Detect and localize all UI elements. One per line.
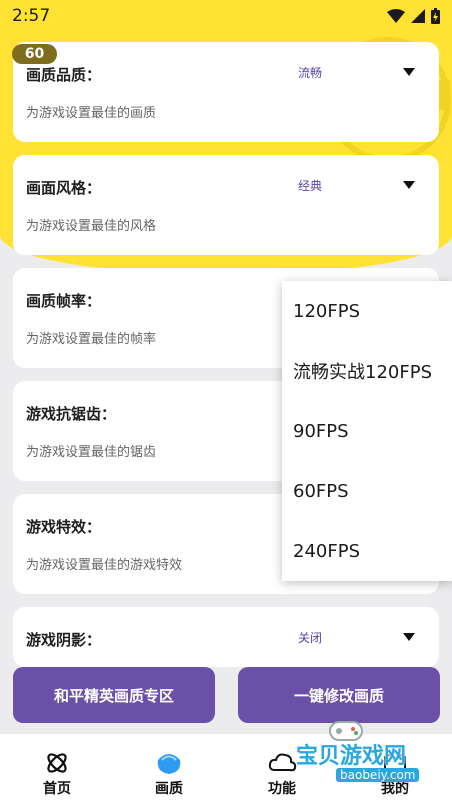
card-shadow[interactable]: 游戏阴影： 关闭 xyxy=(13,607,439,667)
dropdown-arrow-icon[interactable] xyxy=(403,181,415,189)
card-quality[interactable]: 画质品质： 流畅 为游戏设置最佳的画质 xyxy=(13,42,439,142)
status-time: 2:57 xyxy=(12,6,51,26)
dropdown-option[interactable]: 120FPS xyxy=(282,281,452,341)
watermark: 宝贝游戏网 baobeiy.com xyxy=(276,721,426,788)
nav-item-home[interactable]: 首页 xyxy=(12,734,102,804)
nav-label: 首页 xyxy=(43,781,71,797)
card-subtitle: 为游戏设置最佳的锯齿 xyxy=(26,445,157,460)
dropdown-option[interactable]: 流畅实战120FPS xyxy=(282,341,452,401)
card-subtitle: 为游戏设置最佳的游戏特效 xyxy=(26,558,183,573)
card-title: 画质品质： xyxy=(26,66,102,84)
status-icons xyxy=(387,8,440,24)
dropdown-option[interactable]: 90FPS xyxy=(282,401,452,461)
wifi-icon xyxy=(387,9,405,23)
quality-icon xyxy=(157,754,181,774)
dropdown-option[interactable]: 240FPS xyxy=(282,521,452,581)
watermark-url: baobeiy.com xyxy=(336,768,420,782)
card-style[interactable]: 画面风格： 经典 为游戏设置最佳的风格 xyxy=(13,155,439,255)
card-subtitle: 为游戏设置最佳的画质 xyxy=(26,106,157,121)
card-subtitle: 为游戏设置最佳的帧率 xyxy=(26,332,157,347)
dropdown-option[interactable]: 60FPS xyxy=(282,461,452,521)
signal-icon xyxy=(411,9,425,23)
card-value[interactable]: 关闭 xyxy=(298,629,322,646)
card-title: 游戏特效： xyxy=(26,518,102,536)
card-title: 游戏抗锯齿： xyxy=(26,405,117,423)
card-title: 画质帧率： xyxy=(26,292,102,310)
dropdown-arrow-icon[interactable] xyxy=(403,68,415,76)
card-subtitle: 为游戏设置最佳的风格 xyxy=(26,219,157,234)
card-title: 画面风格： xyxy=(26,179,102,197)
fps-badge: 60 xyxy=(12,44,57,64)
card-value[interactable]: 流畅 xyxy=(298,64,322,81)
fps-dropdown-menu: 120FPS 流畅实战120FPS 90FPS 60FPS 240FPS xyxy=(282,281,452,581)
status-bar: 2:57 xyxy=(0,0,452,32)
battery-icon xyxy=(431,8,440,24)
card-title: 游戏阴影： xyxy=(26,631,102,649)
card-value[interactable]: 经典 xyxy=(298,177,322,194)
watermark-text: 宝贝游戏网 xyxy=(296,744,407,769)
nav-item-quality[interactable]: 画质 xyxy=(124,734,214,804)
dropdown-arrow-icon[interactable] xyxy=(403,633,415,641)
nav-label: 画质 xyxy=(155,781,183,797)
home-icon xyxy=(47,753,67,773)
pubg-quality-zone-button[interactable]: 和平精英画质专区 xyxy=(13,667,215,723)
